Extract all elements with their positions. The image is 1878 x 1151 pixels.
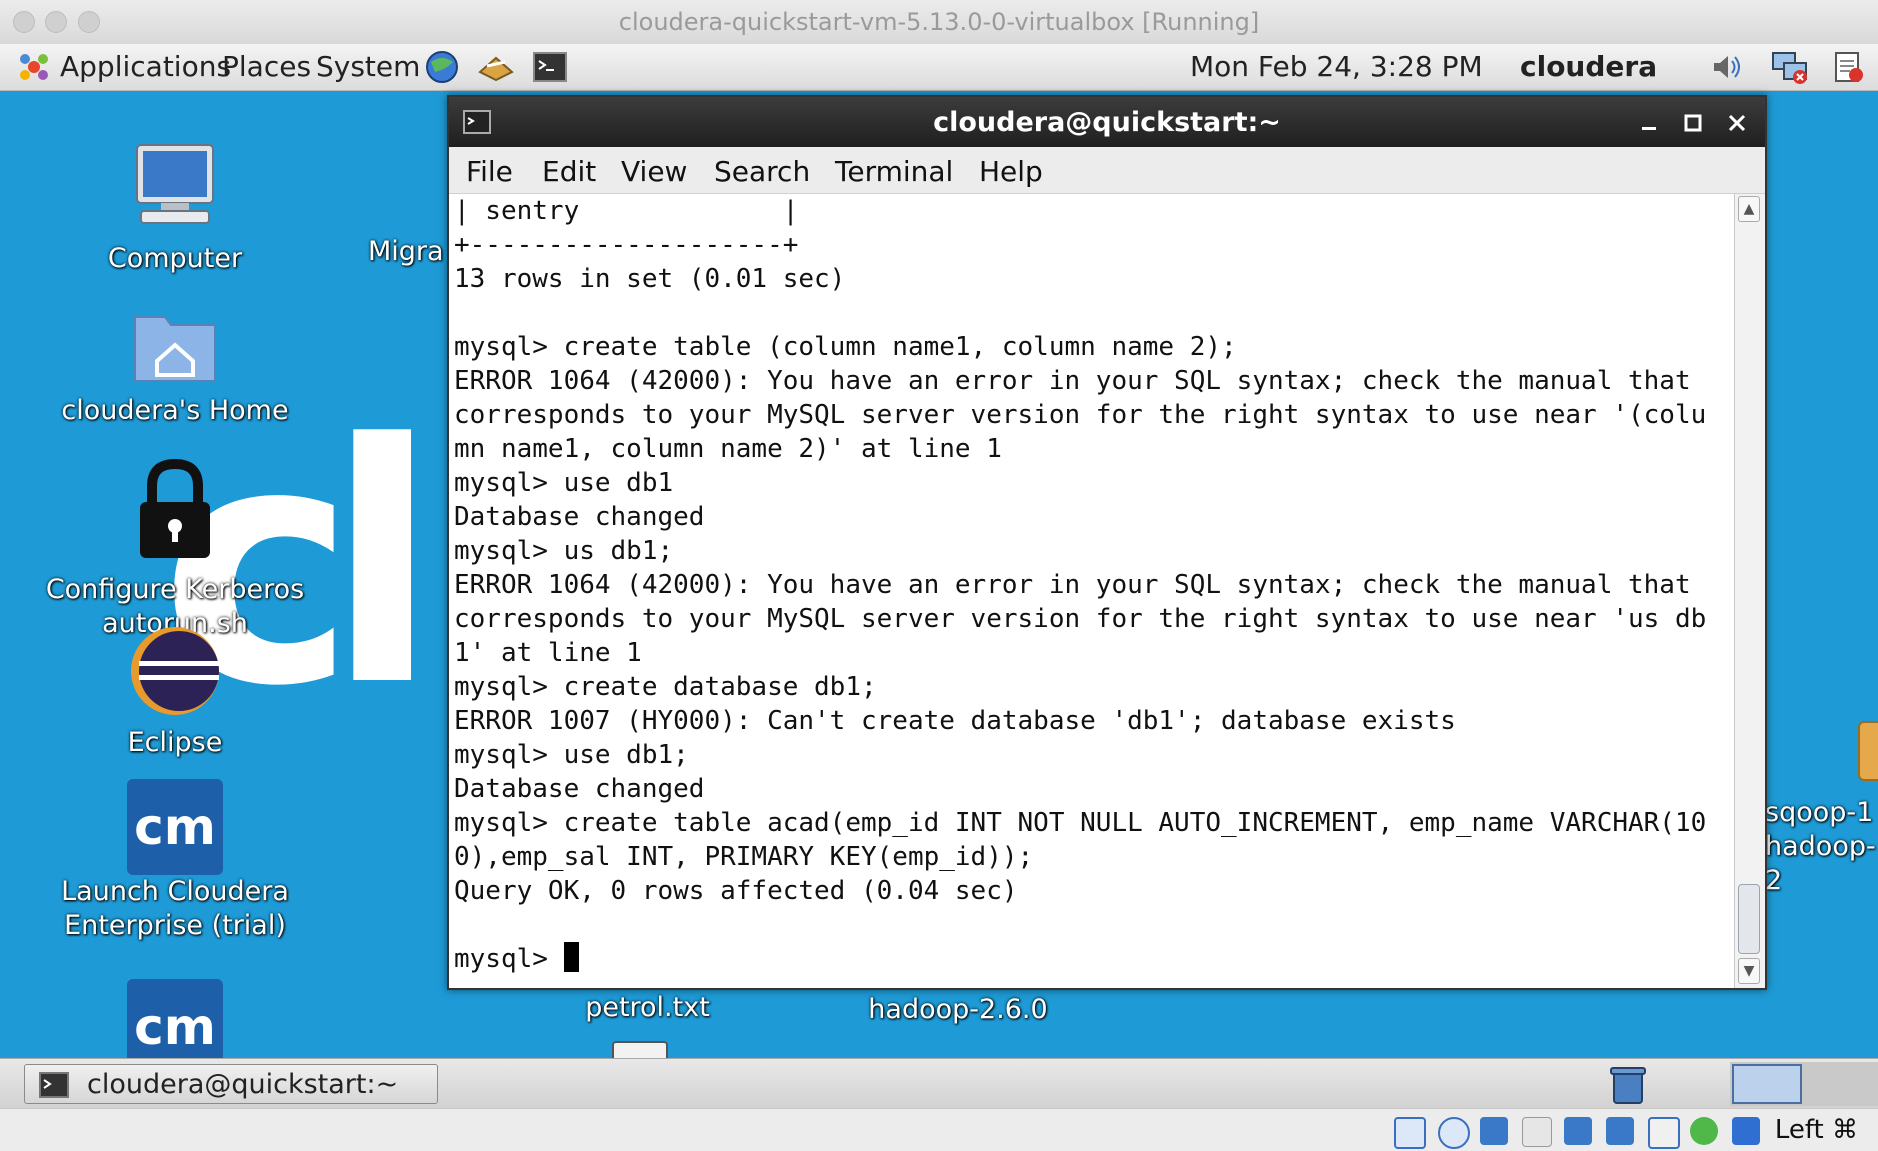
desktop-icon-computer[interactable]: Computer <box>70 139 280 276</box>
terminal-line: mysql> create database db1; <box>454 672 877 702</box>
scroll-up-arrow-icon[interactable]: ▲ <box>1738 196 1760 222</box>
close-icon[interactable] <box>1727 113 1747 133</box>
trash-icon[interactable] <box>1608 1065 1648 1105</box>
eclipse-icon <box>131 627 219 715</box>
shared-folders-icon[interactable] <box>1606 1117 1634 1145</box>
audio-icon[interactable] <box>1480 1117 1508 1145</box>
desktop-icon-launch-cloudera[interactable]: cm Launch Cloudera Enterprise (trial) <box>40 779 310 943</box>
places-menu[interactable]: Places <box>222 50 311 83</box>
desktop-icon-configure-kerberos[interactable]: Configure Kerberos autorun.sh <box>30 456 320 641</box>
terminal-scrollbar[interactable]: ▲ ▼ <box>1734 194 1765 988</box>
terminal-line: +--------------------+ <box>454 230 799 260</box>
terminal-line: 13 rows in set (0.01 sec) <box>454 264 846 294</box>
user-name[interactable]: cloudera <box>1520 50 1657 83</box>
cloudera-manager-icon: cm <box>127 979 223 1058</box>
terminal-line: corresponds to your MySQL server version… <box>454 604 1707 634</box>
menu-help[interactable]: Help <box>979 155 1043 188</box>
terminal-title: cloudera@quickstart:~ <box>933 107 1281 138</box>
scroll-down-arrow-icon[interactable]: ▼ <box>1738 958 1760 984</box>
hard-disk-icon[interactable] <box>1394 1117 1426 1149</box>
scrollbar-thumb[interactable] <box>1738 884 1760 954</box>
terminal-line: mn name1, column name 2)' at line 1 <box>454 434 1002 464</box>
terminal-line: mysql> use db1; <box>454 740 689 770</box>
system-menu[interactable]: System <box>316 50 420 83</box>
terminal-line: mysql> use db1 <box>454 468 674 498</box>
terminal-menubar: File Edit View Search Terminal Help <box>449 147 1765 194</box>
text-cursor <box>563 942 579 972</box>
terminal-icon <box>39 1072 69 1098</box>
update-notifier-icon[interactable] <box>1828 48 1868 86</box>
terminal-line: Database changed <box>454 774 705 804</box>
terminal-line: ERROR 1064 (42000): You have an error in… <box>454 366 1691 396</box>
web-browser-icon[interactable] <box>422 48 462 86</box>
virtualbox-status-bar: Left ⌘ <box>0 1108 1878 1151</box>
terminal-output[interactable]: | sentry | +--------------------+ 13 row… <box>449 194 1736 988</box>
terminal-line: 0),emp_sal INT, PRIMARY KEY(emp_id)); <box>454 842 1034 872</box>
taskbar-terminal-label: cloudera@quickstart:~ <box>87 1069 399 1100</box>
menu-search[interactable]: Search <box>714 155 810 188</box>
desktop-icon-migrate[interactable]: Migra <box>368 235 448 269</box>
terminal-line: mysql> create table acad(emp_id INT NOT … <box>454 808 1707 838</box>
applications-menu[interactable]: Applications <box>60 50 231 83</box>
host-window-title: cloudera-quickstart-vm-5.13.0-0-virtualb… <box>618 8 1260 36</box>
network-disconnected-icon[interactable] <box>1770 48 1810 86</box>
desktop-icon-hadoop[interactable]: hadoop-2.6.0 <box>838 993 1078 1027</box>
terminal-line: Database changed <box>454 502 705 532</box>
usb-icon[interactable] <box>1564 1117 1592 1145</box>
menu-edit[interactable]: Edit <box>542 155 596 188</box>
home-folder-icon <box>134 316 216 382</box>
display-icon[interactable] <box>1648 1117 1680 1149</box>
folder-icon[interactable] <box>1858 721 1878 781</box>
workspace-switcher[interactable] <box>1730 1062 1878 1106</box>
terminal-line: ERROR 1064 (42000): You have an error in… <box>454 570 1691 600</box>
computer-icon <box>136 144 214 224</box>
host-titlebar: cloudera-quickstart-vm-5.13.0-0-virtualb… <box>0 0 1878 45</box>
maximize-icon[interactable] <box>1683 113 1703 133</box>
lock-icon <box>140 458 210 558</box>
desktop-icon-cloudera-manager-2[interactable]: cm <box>127 979 223 1058</box>
desktop-icon-home[interactable]: cloudera's Home <box>50 303 300 428</box>
text-file-icon[interactable] <box>612 1041 668 1058</box>
desktop-icon-eclipse[interactable]: Eclipse <box>70 623 280 760</box>
menu-view[interactable]: View <box>621 155 687 188</box>
terminal-launcher-icon[interactable] <box>530 48 570 86</box>
clock[interactable]: Mon Feb 24, 3:28 PM <box>1190 50 1483 83</box>
network-icon[interactable] <box>1522 1117 1552 1147</box>
minimize-icon[interactable] <box>1639 113 1659 133</box>
recording-icon[interactable] <box>1690 1117 1718 1145</box>
terminal-prompt-line[interactable]: mysql> <box>454 942 579 976</box>
terminal-line: corresponds to your MySQL server version… <box>454 400 1707 430</box>
top-panel: Applications Places System Mon Feb 24, 3… <box>0 44 1878 91</box>
terminal-line: mysql> us db1; <box>454 536 674 566</box>
terminal-prompt: mysql> <box>454 944 564 974</box>
terminal-line: 1' at line 1 <box>454 638 642 668</box>
terminal-line: | sentry | <box>454 196 799 226</box>
terminal-window[interactable]: cloudera@quickstart:~ File Edit View Sea… <box>447 95 1767 990</box>
optical-drive-icon[interactable] <box>1438 1117 1470 1149</box>
terminal-line: Query OK, 0 rows affected (0.04 sec) <box>454 876 1018 906</box>
menu-terminal[interactable]: Terminal <box>835 155 953 188</box>
menu-file[interactable]: File <box>466 155 513 188</box>
workspace-1[interactable] <box>1732 1064 1802 1104</box>
mouse-integration-icon[interactable] <box>1732 1117 1760 1145</box>
desktop-icon-petrol[interactable]: petrol.txt <box>560 991 735 1025</box>
terminal-titlebar[interactable]: cloudera@quickstart:~ <box>449 97 1765 147</box>
applications-logo-icon[interactable] <box>14 48 54 86</box>
host-key-indicator[interactable]: Left ⌘ <box>1775 1115 1858 1145</box>
desktop-icon-sqoop[interactable]: sqoop-1 hadoop-2 <box>1765 796 1878 898</box>
email-client-icon[interactable] <box>476 48 516 86</box>
bottom-panel: cloudera@quickstart:~ <box>0 1058 1878 1109</box>
volume-icon[interactable] <box>1708 48 1748 86</box>
taskbar-terminal-button[interactable]: cloudera@quickstart:~ <box>24 1064 438 1104</box>
terminal-line: ERROR 1007 (HY000): Can't create databas… <box>454 706 1456 736</box>
terminal-line: mysql> create table (column name1, colum… <box>454 332 1237 362</box>
cloudera-manager-icon: cm <box>127 779 223 875</box>
